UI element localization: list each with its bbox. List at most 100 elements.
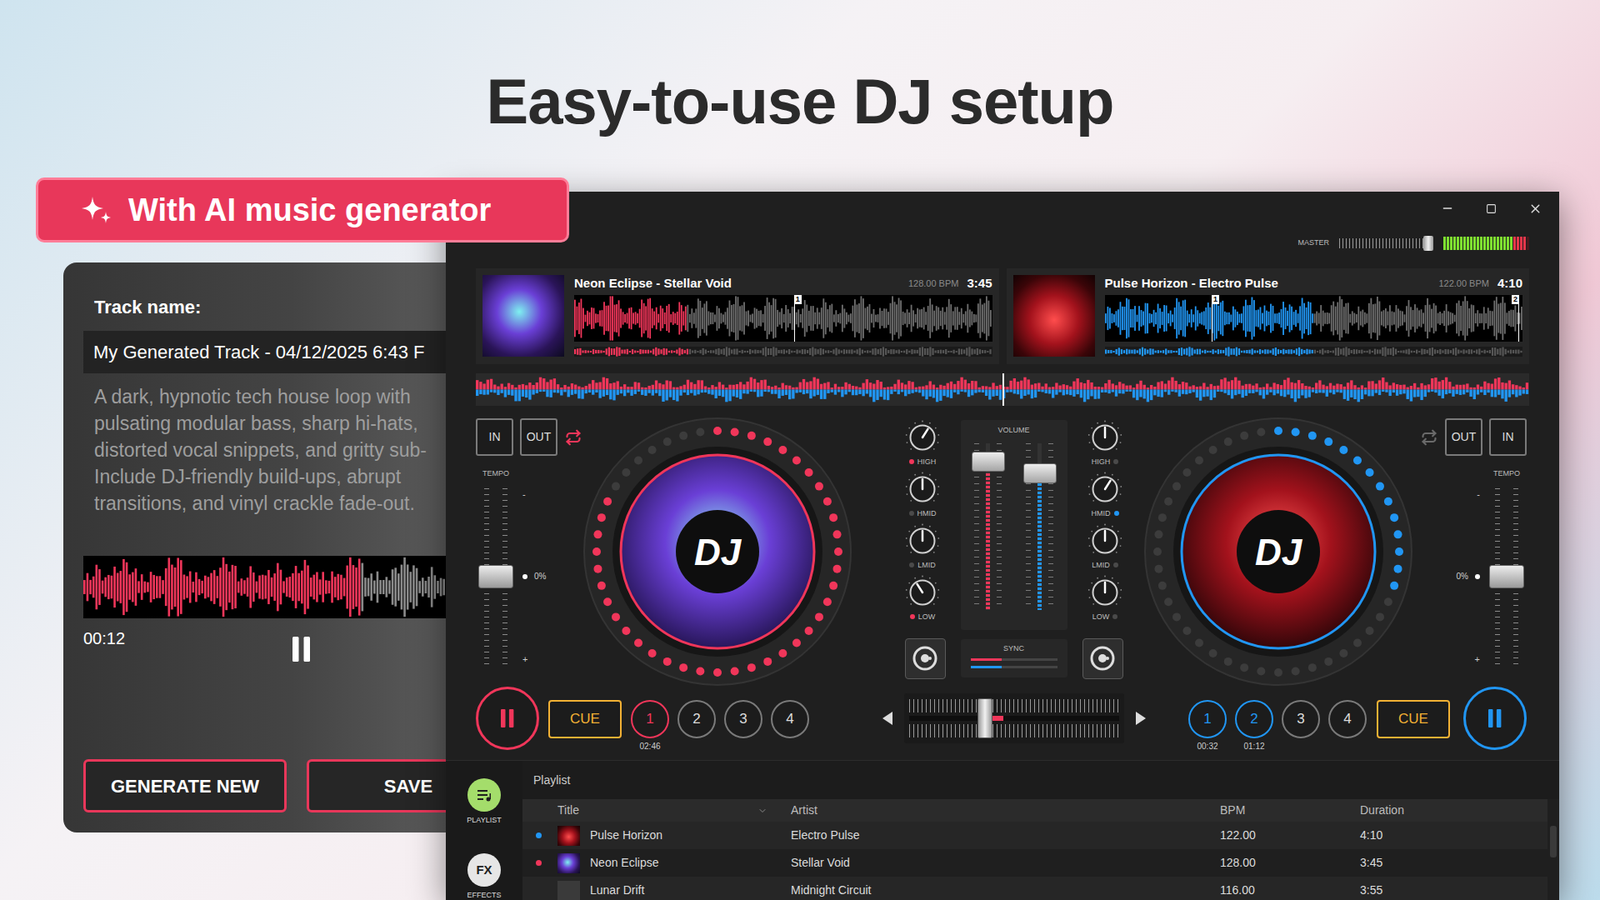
tempo-label: TEMPO (475, 468, 516, 479)
column-header[interactable]: BPM (1216, 801, 1357, 820)
prompt-text[interactable]: A dark, hypnotic tech house loop withpul… (83, 383, 446, 517)
eq-label: HIGH (1091, 456, 1111, 467)
volume-fader[interactable] (970, 443, 1007, 610)
pause-icon (292, 636, 310, 662)
jog-logo: DJ (1255, 531, 1304, 573)
eq-dot (909, 510, 915, 516)
table-row[interactable]: Lunar DriftMidnight Circuit116.003:55 (522, 876, 1548, 900)
hot-cue[interactable]: 2 (677, 700, 716, 752)
close-icon[interactable] (1528, 201, 1543, 216)
row-duration: 4:10 (1356, 826, 1548, 845)
overview-waveform[interactable] (475, 373, 1530, 406)
loop-button[interactable] (1420, 418, 1439, 456)
row-title: Pulse Horizon (590, 826, 663, 845)
eq-band: HMID (1087, 471, 1123, 522)
deck-waveform[interactable]: 12 (1105, 295, 1524, 342)
mini-waveform[interactable] (1105, 346, 1524, 357)
generator-panel: Track name:My Generated Track - 04/12/20… (63, 262, 446, 833)
eq-label: LMID (917, 560, 936, 570)
mini-waveform[interactable] (574, 346, 993, 357)
hot-cue[interactable]: 100:32 (1188, 700, 1227, 752)
column-header[interactable]: Artist (787, 801, 1217, 820)
deck-waveform[interactable]: 1 (574, 295, 993, 342)
deck-left: INOUTTEMPO-0%+DJCUE102:46234 (475, 416, 885, 755)
tempo-slider[interactable] (1486, 488, 1527, 665)
play-pause-button[interactable] (475, 686, 540, 750)
loop-in-button[interactable]: IN (1489, 418, 1527, 456)
column-header[interactable]: Title (554, 801, 788, 820)
eq-band: LMID (905, 523, 940, 574)
eq-knob[interactable] (1087, 420, 1123, 455)
cue-button[interactable]: CUE (1376, 700, 1450, 739)
crossfader-left-arrow-icon[interactable] (882, 711, 893, 725)
hot-cue[interactable]: 4 (770, 700, 810, 752)
album-art (482, 275, 565, 357)
eq-label: LOW (1092, 611, 1110, 622)
eq-band: HIGH (905, 420, 940, 470)
play-pause-button[interactable] (1463, 686, 1527, 750)
sidebar-item[interactable]: PLAYLIST (466, 778, 501, 825)
row-duration: 3:45 (1356, 854, 1548, 872)
cue-button[interactable]: CUE (548, 700, 622, 739)
generate-new-button[interactable]: GENERATE NEW (83, 759, 287, 813)
sync-section[interactable]: SYNC (960, 639, 1068, 678)
loop-out-button[interactable]: OUT (1445, 418, 1483, 456)
track-name-field[interactable]: My Generated Track - 04/12/2025 6:43 F (83, 330, 446, 374)
generated-waveform-drawing (83, 555, 446, 619)
sync-bar (970, 665, 1058, 669)
eq-knob[interactable] (905, 575, 940, 610)
column-header[interactable]: Duration (1356, 801, 1548, 820)
hot-cue[interactable]: 201:12 (1235, 700, 1274, 752)
master-slider[interactable] (1339, 235, 1436, 251)
volume-section: VOLUME (960, 420, 1068, 630)
eq-band: LMID (1087, 523, 1123, 574)
loop-button[interactable] (564, 418, 583, 456)
fader-handle[interactable] (971, 451, 1005, 472)
tempo-marks: -0%+ (1456, 488, 1487, 665)
eq-dot (909, 459, 915, 465)
scrollbar[interactable] (1547, 799, 1560, 900)
generated-waveform[interactable] (83, 555, 446, 619)
minimize-icon[interactable] (1440, 201, 1455, 215)
hot-cue[interactable]: 102:46 (630, 700, 670, 752)
loop-out-button[interactable]: OUT (520, 418, 558, 456)
table-row[interactable]: Neon EclipseStellar Void128.003:45 (522, 849, 1548, 877)
jog-wheel[interactable]: DJ (582, 416, 853, 687)
crossfader[interactable] (904, 693, 1125, 744)
loop-in-button[interactable]: IN (475, 418, 514, 456)
jog-logo: DJ (694, 531, 743, 573)
scrollbar-thumb[interactable] (1550, 825, 1557, 858)
eq-knob[interactable] (1087, 471, 1123, 507)
eq-band: LOW (905, 575, 940, 625)
playlist-icon (475, 786, 493, 804)
volume-fader[interactable] (1021, 443, 1059, 610)
hot-cue[interactable]: 4 (1328, 700, 1367, 752)
tempo-slider[interactable] (475, 488, 516, 665)
eq-knob[interactable] (1087, 523, 1123, 559)
hot-cue[interactable]: 3 (724, 700, 763, 752)
eq-knob[interactable] (905, 420, 940, 455)
cue-marker[interactable]: 1 (794, 295, 795, 342)
save-button[interactable]: SAVE (306, 759, 446, 813)
tempo-handle[interactable] (478, 565, 514, 589)
maximize-icon[interactable] (1485, 203, 1497, 215)
table-row[interactable]: Pulse HorizonElectro Pulse122.004:10 (522, 821, 1548, 850)
crossfader-handle[interactable] (977, 698, 993, 739)
fader-handle[interactable] (1023, 463, 1057, 484)
jog-wheel[interactable]: DJ (1143, 416, 1414, 687)
deck-load-button[interactable] (905, 638, 946, 680)
waveform (1105, 295, 1524, 342)
cue-marker[interactable]: 2 (1518, 295, 1520, 342)
sidebar-item[interactable]: FXEFFECTS (466, 853, 501, 900)
row-artist: Midnight Circuit (787, 881, 1217, 900)
badge-label: With AI music generator (128, 190, 491, 230)
eq-knob[interactable] (1087, 575, 1123, 610)
deck-load-button[interactable] (1082, 638, 1124, 680)
generator-play-pause-button[interactable] (292, 636, 310, 662)
eq-knob[interactable] (905, 471, 940, 507)
hot-cue[interactable]: 3 (1281, 700, 1320, 752)
eq-knob[interactable] (905, 523, 940, 559)
tempo-handle[interactable] (1489, 565, 1525, 589)
cue-marker[interactable]: 1 (1211, 295, 1213, 342)
crossfader-right-arrow-icon[interactable] (1135, 711, 1146, 725)
